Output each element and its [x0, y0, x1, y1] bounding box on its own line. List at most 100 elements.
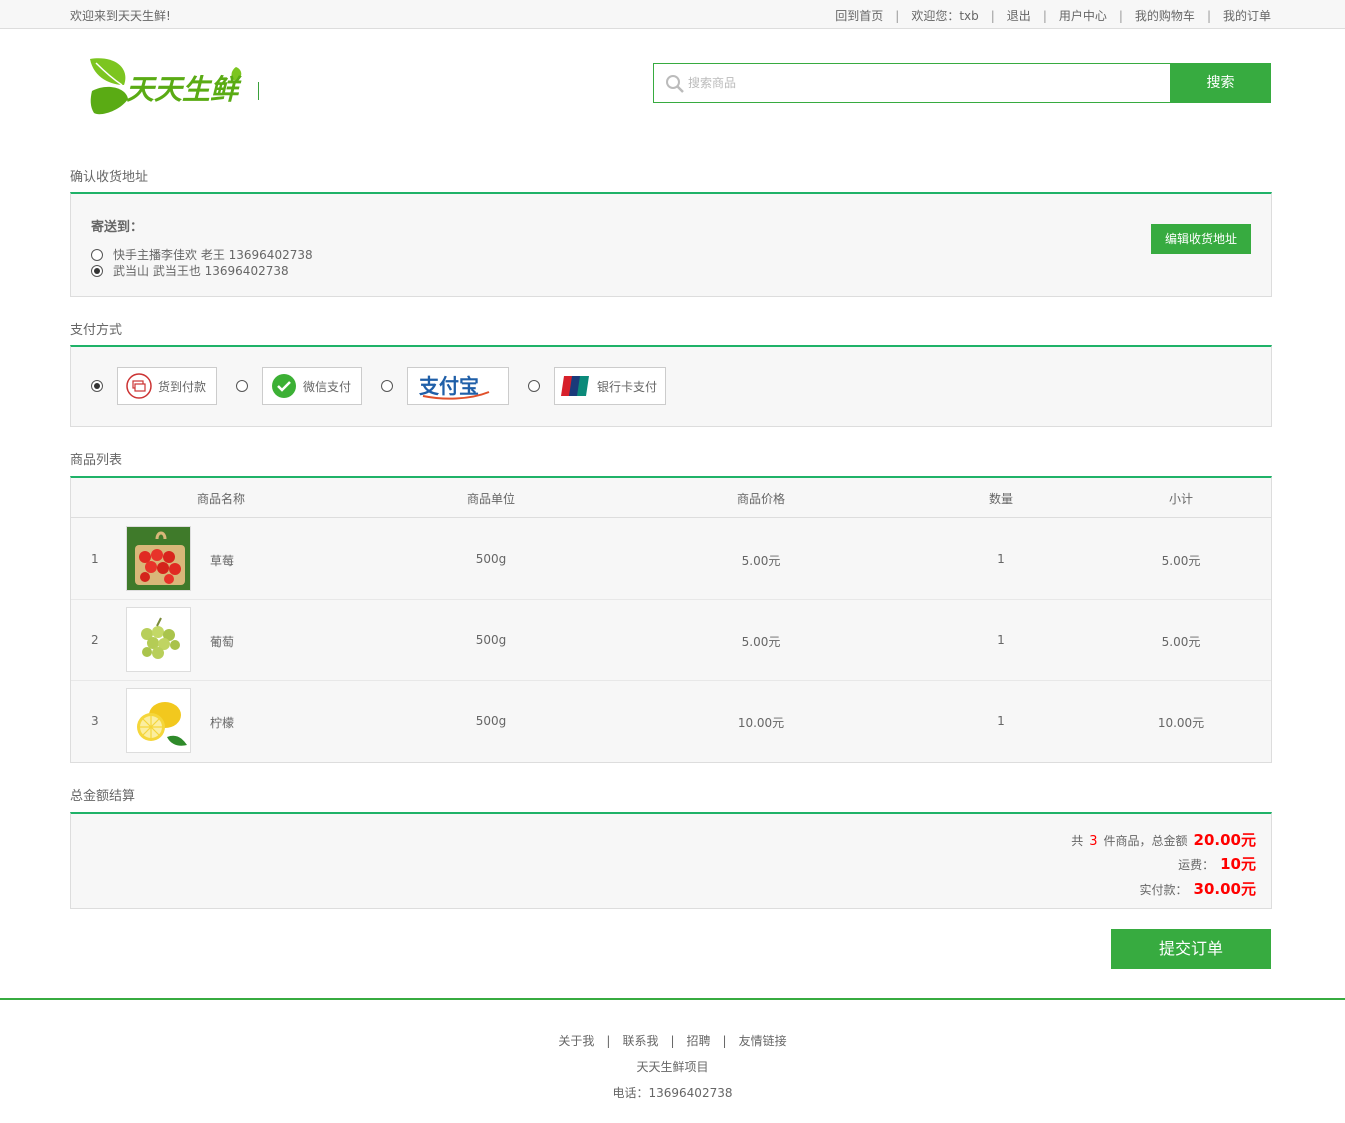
product-subtotal: 5.00元 [1161, 635, 1201, 649]
footer-separator: | [606, 1034, 611, 1048]
submit-order-button[interactable]: 提交订单 [1111, 929, 1271, 969]
pay-amount: 30.00元 [1193, 880, 1256, 898]
footer-separator: | [670, 1034, 675, 1048]
goods-section-title: 商品列表 [70, 453, 123, 468]
row-index: 3 [91, 714, 99, 728]
payment-section-title: 支付方式 [70, 323, 123, 338]
product-name[interactable]: 柠檬 [210, 714, 234, 731]
footer-divider [0, 998, 1345, 1000]
payment-option[interactable]: 支付宝 [381, 367, 509, 405]
top-bar: 欢迎来到天天生鲜! 回到首页 | 欢迎您：txb | 退出 | 用户中心 | 我… [0, 0, 1345, 29]
payment-box: 货到付款 微信支付 支付宝 银行卡支付 [70, 345, 1272, 427]
address-option[interactable]: 武当山 武当王也 13696402738 [91, 262, 289, 279]
row-index: 1 [91, 552, 99, 566]
column-header: 小计 [1168, 492, 1194, 506]
site-logo[interactable]: 天天生鲜 [86, 55, 246, 119]
edit-address-button[interactable]: 编辑收货地址 [1151, 224, 1251, 254]
friend-links-link[interactable]: 友情链接 [739, 1034, 787, 1048]
top-nav: 回到首页 | 欢迎您：txb | 退出 | 用户中心 | 我的购物车 | 我的订… [835, 7, 1271, 24]
svg-text:支付宝: 支付宝 [419, 374, 479, 398]
nav-separator: | [1206, 8, 1211, 23]
footer-project: 天天生鲜项目 [636, 1060, 709, 1074]
payment-label: 银行卡支付 [597, 379, 658, 394]
logout-link[interactable]: 退出 [1007, 7, 1031, 24]
payment-radio[interactable] [91, 380, 103, 392]
cod-card[interactable]: 货到付款 [117, 367, 217, 405]
pay-label: 实付款： [1139, 883, 1188, 897]
shipping-amount: 10元 [1220, 855, 1256, 873]
address-section-title: 确认收货地址 [70, 170, 149, 185]
column-header: 商品单位 [466, 492, 516, 506]
payment-radio[interactable] [236, 380, 248, 392]
product-quantity: 1 [997, 633, 1005, 647]
product-price: 10.00元 [737, 716, 785, 730]
count-prefix: 共 [1071, 834, 1084, 848]
address-option[interactable]: 快手主播李佳欢 老王 13696402738 [91, 246, 313, 263]
shipping-label: 运费： [1178, 858, 1215, 872]
cash-on-delivery-icon [126, 373, 152, 399]
unionpay-icon [561, 376, 589, 396]
logo-divider [258, 82, 259, 100]
strawberry-image[interactable] [126, 526, 191, 591]
pay-line: 实付款： 30.00元 [1140, 878, 1256, 899]
table-row: 1 草莓 500g 5.00元 1 5.00元 [71, 519, 1271, 600]
payment-option[interactable]: 货到付款 [91, 367, 217, 405]
footer-separator: | [722, 1034, 727, 1048]
wechat-pay-icon [272, 374, 296, 398]
address-text: 武当山 武当王也 13696402738 [113, 264, 289, 278]
payment-radio[interactable] [528, 380, 540, 392]
column-header: 数量 [988, 492, 1014, 506]
footer-phone: 电话：13696402738 [612, 1086, 733, 1100]
search-bar: 搜索 [653, 63, 1271, 103]
address-text: 快手主播李佳欢 老王 13696402738 [113, 248, 313, 262]
payment-option[interactable]: 微信支付 [236, 367, 362, 405]
cart-link[interactable]: 我的购物车 [1135, 7, 1195, 24]
payment-label: 货到付款 [158, 379, 207, 394]
user-center-link[interactable]: 用户中心 [1059, 7, 1107, 24]
payment-option[interactable]: 银行卡支付 [528, 367, 666, 405]
total-amount: 20.00元 [1193, 831, 1256, 849]
wechat-card[interactable]: 微信支付 [262, 367, 362, 405]
lemon-image[interactable] [126, 688, 191, 753]
address-radio[interactable] [91, 248, 103, 261]
nav-separator: | [990, 8, 995, 23]
ship-to-label: 寄送到： [91, 220, 144, 235]
about-link[interactable]: 关于我 [558, 1034, 594, 1048]
payment-label: 微信支付 [303, 379, 352, 394]
column-header: 商品名称 [196, 492, 246, 506]
nav-separator: | [1118, 8, 1123, 23]
footer-links: 关于我 | 联系我 | 招聘 | 友情链接 [0, 1032, 1345, 1049]
column-header: 商品价格 [736, 492, 786, 506]
welcome-text: 欢迎来到天天生鲜! [70, 9, 171, 23]
summary-section-title: 总金额结算 [70, 789, 136, 804]
home-link[interactable]: 回到首页 [835, 7, 883, 24]
orders-link[interactable]: 我的订单 [1223, 7, 1271, 24]
product-quantity: 1 [997, 552, 1005, 566]
grape-image[interactable] [126, 607, 191, 672]
search-input[interactable] [688, 72, 1158, 94]
search-icon [666, 75, 684, 93]
product-subtotal: 10.00元 [1157, 716, 1205, 730]
table-row: 2 葡萄 500g 5.00元 1 5.00元 [71, 600, 1271, 681]
product-name[interactable]: 葡萄 [210, 633, 234, 650]
product-unit: 500g [475, 552, 507, 566]
product-price: 5.00元 [741, 554, 781, 568]
table-header: 商品名称 商品单位 商品价格 数量 小计 [71, 478, 1271, 518]
address-box: 寄送到： 快手主播李佳欢 老王 13696402738 武当山 武当王也 136… [70, 192, 1272, 297]
table-row: 3 柠檬 500g 10.00元 1 10.00元 [71, 681, 1271, 762]
payment-radio[interactable] [381, 380, 393, 392]
contact-link[interactable]: 联系我 [622, 1034, 658, 1048]
total-line: 共 3 件商品，总金额 20.00元 [1071, 829, 1256, 850]
search-button[interactable]: 搜索 [1170, 63, 1271, 103]
leaf-logo-icon: 天天生鲜 [90, 58, 242, 115]
address-radio[interactable] [91, 264, 103, 277]
product-price: 5.00元 [741, 635, 781, 649]
alipay-card[interactable]: 支付宝 [407, 367, 509, 405]
product-name[interactable]: 草莓 [210, 552, 234, 569]
product-quantity: 1 [997, 714, 1005, 728]
product-unit: 500g [475, 714, 507, 728]
jobs-link[interactable]: 招聘 [687, 1034, 711, 1048]
count-suffix: 件商品，总金额 [1103, 834, 1188, 848]
goods-table: 商品名称 商品单位 商品价格 数量 小计 1 草莓 500g 5.00元 1 5… [70, 476, 1272, 763]
bankcard-card[interactable]: 银行卡支付 [554, 367, 666, 405]
